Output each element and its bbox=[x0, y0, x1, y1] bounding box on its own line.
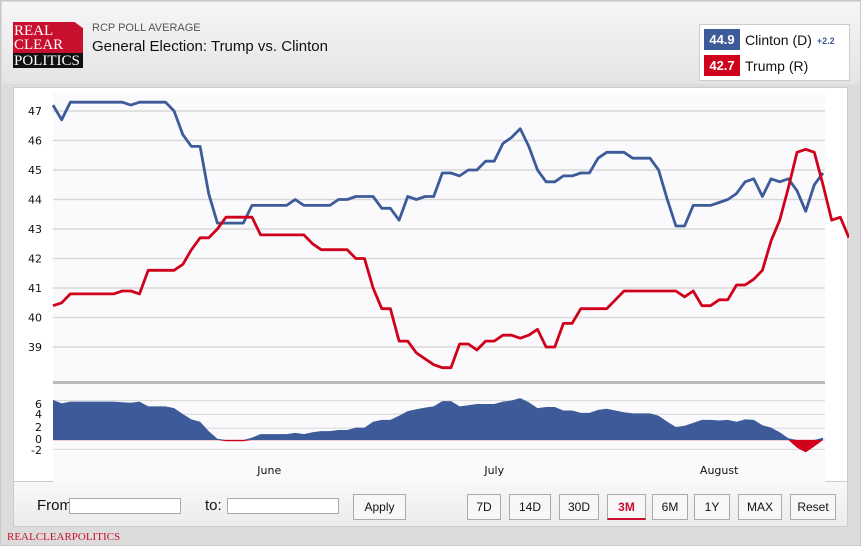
legend-value-clinton: 44.9 bbox=[704, 29, 740, 50]
chart-subtitle: RCP POLL AVERAGE bbox=[92, 22, 201, 34]
x-tick-label-june: June bbox=[256, 464, 281, 477]
chart-svg[interactable]: 394041424344454647 6420-2 June July August bbox=[14, 88, 851, 483]
navigator-separator bbox=[53, 381, 825, 384]
y-tick-label: 45 bbox=[28, 164, 42, 177]
chart-area: 39 40 41 42 43 44 45 46 47 6 4 2 0 -2 June July August bbox=[13, 87, 851, 483]
chart-title: General Election: Trump vs. Clinton bbox=[92, 38, 328, 55]
y-tick-label: 44 bbox=[28, 194, 42, 207]
nav-y-tick-label: 4 bbox=[35, 408, 42, 421]
range-button-7d[interactable]: 7D bbox=[467, 494, 501, 520]
y-tick-label: 41 bbox=[28, 282, 42, 295]
legend-name-clinton: Clinton (D) bbox=[745, 31, 812, 48]
rcp-logo[interactable]: REAL CLEAR POLITICS bbox=[13, 22, 83, 69]
from-date-input[interactable] bbox=[69, 498, 181, 514]
footer-brand[interactable]: REALCLEARPOLITICS bbox=[7, 531, 120, 543]
y-tick-label: 46 bbox=[28, 135, 42, 148]
y-tick-label: 39 bbox=[28, 341, 42, 354]
y-tick-label: 40 bbox=[28, 312, 42, 325]
range-button-6m[interactable]: 6M bbox=[652, 494, 688, 520]
y-tick-label: 42 bbox=[28, 253, 42, 266]
header: REAL CLEAR POLITICS RCP POLL AVERAGE Gen… bbox=[2, 2, 860, 84]
legend-item-trump[interactable]: 42.7 Trump (R) bbox=[704, 55, 808, 76]
range-button-1y[interactable]: 1Y bbox=[694, 494, 730, 520]
legend-value-trump: 42.7 bbox=[704, 55, 740, 76]
legend-delta-clinton: +2.2 bbox=[816, 36, 835, 46]
apply-button[interactable]: Apply bbox=[353, 494, 406, 520]
logo-line-1: REAL bbox=[14, 23, 54, 39]
to-date-input[interactable] bbox=[227, 498, 339, 514]
x-tick-label-august: August bbox=[700, 464, 739, 477]
range-button-3m[interactable]: 3M bbox=[607, 494, 646, 520]
widget-frame: REAL CLEAR POLITICS RCP POLL AVERAGE Gen… bbox=[0, 0, 861, 546]
nav-y-tick-label: -2 bbox=[31, 444, 42, 457]
x-tick-label-july: July bbox=[483, 464, 504, 477]
legend-item-clinton[interactable]: 44.9 Clinton (D) +2.2 bbox=[704, 29, 835, 50]
logo-line-3: POLITICS bbox=[14, 53, 80, 69]
logo-line-2: CLEAR bbox=[14, 37, 64, 53]
y-tick-label: 43 bbox=[28, 223, 42, 236]
range-button-max[interactable]: MAX bbox=[738, 494, 782, 520]
y-tick-label: 47 bbox=[28, 105, 42, 118]
range-controls: From: to: Apply 7D 14D 30D 3M 6M 1Y MAX Reset bbox=[13, 482, 848, 527]
to-label: to: bbox=[205, 497, 222, 514]
range-button-14d[interactable]: 14D bbox=[509, 494, 551, 520]
range-button-reset[interactable]: Reset bbox=[790, 494, 836, 520]
legend-name-trump: Trump (R) bbox=[745, 57, 809, 74]
legend: 44.9 Clinton (D) +2.2 42.7 Trump (R) bbox=[699, 24, 850, 81]
range-button-30d[interactable]: 30D bbox=[559, 494, 599, 520]
